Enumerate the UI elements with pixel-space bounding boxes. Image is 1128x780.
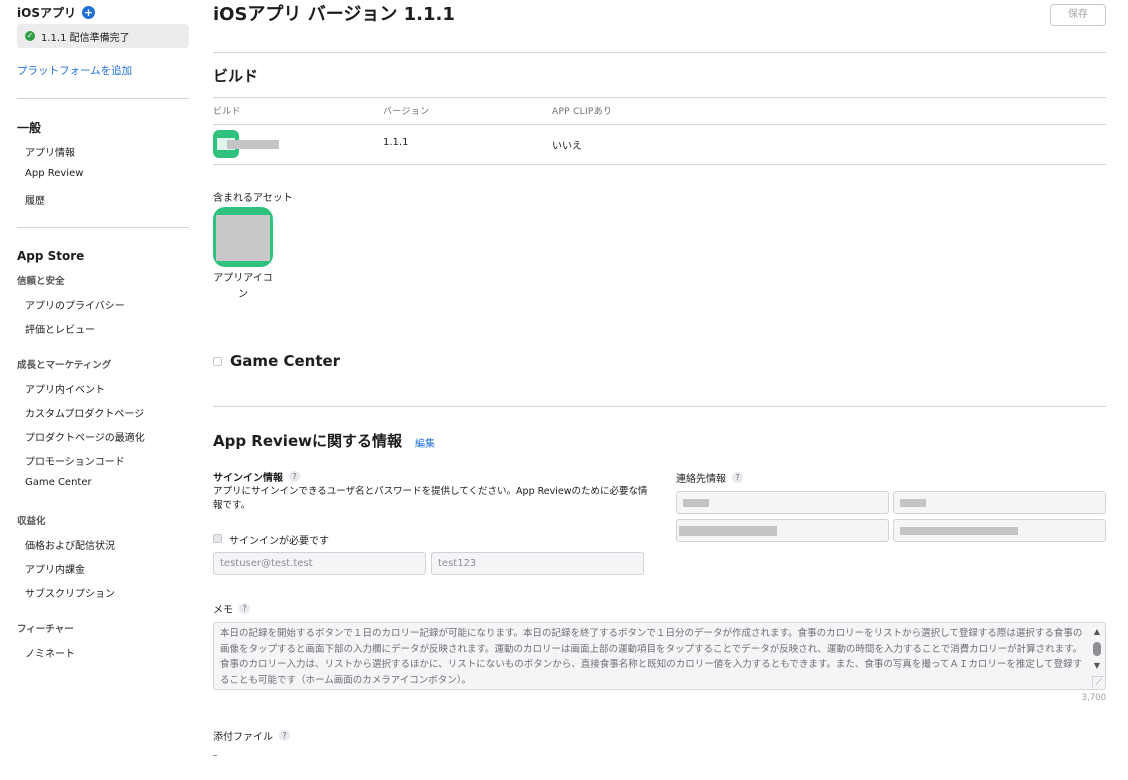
redacted-value (679, 526, 777, 536)
redacted-value (683, 499, 709, 507)
game-center-checkbox[interactable] (213, 357, 222, 366)
sidebar-item-nominations[interactable]: ノミネート (25, 645, 75, 660)
signin-required-checkbox[interactable] (213, 534, 222, 543)
column-header-app-clip: APP CLIPあり (552, 107, 613, 117)
app-clip-cell: いいえ (552, 141, 582, 152)
resize-handle-icon[interactable]: ⟋ (1092, 676, 1104, 688)
attachments-placeholder (213, 755, 217, 756)
table-divider (213, 124, 1106, 125)
sidebar-subheading-featuring: フィーチャー (17, 624, 74, 635)
help-icon[interactable]: ? (239, 603, 250, 614)
sidebar-item-game-center[interactable]: Game Center (25, 477, 92, 488)
sidebar-item-custom-product-pages[interactable]: カスタムプロダクトページ (25, 405, 144, 420)
memo-label: メモ ? (213, 601, 250, 616)
add-icon[interactable]: + (81, 6, 95, 19)
page-title: iOSアプリ バージョン 1.1.1 (213, 4, 455, 25)
sidebar-item-subscriptions[interactable]: サブスクリプション (25, 585, 115, 600)
signin-info-text: サインイン情報 (213, 473, 283, 484)
column-header-version: バージョン (383, 107, 430, 117)
sidebar-subheading-monetize: 収益化 (17, 516, 46, 527)
add-platform-link[interactable]: プラットフォームを追加 (17, 63, 132, 78)
help-icon[interactable]: ? (279, 730, 290, 741)
game-center-title: Game Center (230, 352, 341, 370)
sidebar-subheading-trust: 信頼と安全 (17, 276, 65, 287)
app-review-section-title: App Reviewに関する情報 (213, 432, 402, 450)
password-field[interactable]: test123 (431, 552, 644, 575)
check-circle-icon: ✓ (25, 31, 35, 41)
signin-description: アプリにサインインできるユーザ名とパスワードを提供してください。App Revi… (213, 486, 648, 511)
memo-character-count: 3,700 (1081, 693, 1106, 703)
redacted-value (900, 499, 926, 507)
sidebar-item-privacy[interactable]: アプリのプライバシー (25, 297, 125, 312)
contact-info-label: 連絡先情報 ? (676, 470, 743, 485)
username-field[interactable]: testuser@test.test (213, 552, 426, 575)
build-version-cell: 1.1.1 (383, 137, 409, 148)
table-divider (213, 164, 1106, 165)
memo-text-label: メモ (213, 605, 233, 616)
save-button[interactable]: 保存 (1050, 4, 1106, 26)
contact-info-text: 連絡先情報 (676, 474, 726, 485)
redacted-build-number (227, 140, 279, 149)
attachments-text: 添付ファイル (213, 732, 273, 743)
build-section-title: ビルド (213, 67, 259, 85)
sidebar-subheading-growth: 成長とマーケティング (17, 360, 112, 371)
signin-info-label: サインイン情報 ? (213, 469, 300, 484)
sidebar: iOSアプリ + ✓ 1.1.1 配信準備完了 プラットフォームを追加 一般 ア… (0, 0, 200, 780)
column-header-build: ビルド (213, 107, 241, 117)
table-divider (213, 97, 1106, 98)
sidebar-item-in-app-purchases[interactable]: アプリ内課金 (25, 561, 85, 576)
help-icon[interactable]: ? (289, 471, 300, 482)
sidebar-divider (17, 98, 189, 99)
sidebar-heading-app-store: App Store (17, 249, 85, 263)
sidebar-item-app-review[interactable]: App Review (25, 168, 83, 179)
memo-textarea[interactable]: 本日の記録を開始するボタンで１日のカロリー記録が可能になります。本日の記録を終了… (213, 622, 1106, 690)
sidebar-item-history[interactable]: 履歴 (25, 192, 45, 207)
sidebar-item-pricing[interactable]: 価格および配信状況 (25, 537, 115, 552)
sidebar-item-in-app-events[interactable]: アプリ内イベント (25, 381, 105, 396)
sidebar-item-promo-codes[interactable]: プロモーションコード (25, 453, 125, 468)
app-icon (213, 207, 273, 267)
platform-header: iOSアプリ + (17, 4, 95, 21)
platform-title: iOSアプリ (17, 6, 76, 20)
sidebar-item-version[interactable]: ✓ 1.1.1 配信準備完了 (17, 24, 189, 48)
contact-last-name-field[interactable] (893, 491, 1106, 514)
version-status-label: 1.1.1 配信準備完了 (41, 32, 130, 44)
scroll-down-arrow-icon[interactable]: ▼ (1092, 661, 1102, 671)
attachments-label: 添付ファイル ? (213, 728, 290, 743)
section-divider (213, 406, 1106, 407)
sidebar-item-app-info[interactable]: アプリ情報 (25, 144, 75, 159)
redacted-value (900, 527, 1018, 535)
section-divider (213, 52, 1106, 53)
sidebar-divider (17, 227, 189, 228)
contact-phone-field[interactable] (676, 519, 889, 542)
app-icon-caption: アプリアイコン (213, 273, 273, 300)
scrollbar-thumb[interactable] (1093, 642, 1101, 656)
edit-link[interactable]: 編集 (415, 435, 435, 450)
contact-first-name-field[interactable] (676, 491, 889, 514)
sidebar-item-ratings[interactable]: 評価とレビュー (25, 321, 95, 336)
signin-required-label: サインインが必要です (229, 536, 329, 547)
contact-email-field[interactable] (893, 519, 1106, 542)
main-content: iOSアプリ バージョン 1.1.1 保存 ビルド ビルド バージョン APP … (213, 0, 1106, 780)
help-icon[interactable]: ? (732, 472, 743, 483)
sidebar-heading-general: 一般 (17, 121, 42, 135)
scroll-up-arrow-icon[interactable]: ▲ (1092, 627, 1102, 637)
sidebar-item-product-page-optimization[interactable]: プロダクトページの最適化 (25, 429, 145, 444)
included-assets-label: 含まれるアセット (213, 193, 293, 204)
memo-content: 本日の記録を開始するボタンで１日のカロリー記録が可能になります。本日の記録を終了… (220, 628, 1083, 686)
